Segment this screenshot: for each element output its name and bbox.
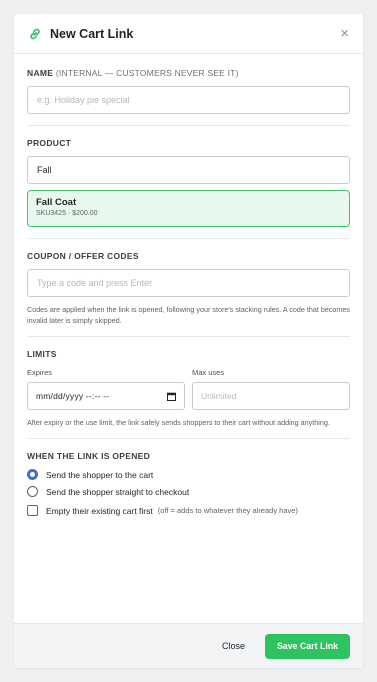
coupon-input-placeholder: Type a code and press Enter (37, 278, 153, 288)
save-cart-link-button[interactable]: Save Cart Link (265, 633, 350, 659)
radio-label-checkout: Send the shopper straight to checkout (46, 486, 190, 497)
radio-button-checkout[interactable] (27, 486, 38, 497)
divider (27, 336, 350, 337)
product-meta: SKU3425 · $200.00 (36, 210, 98, 217)
radio-button-cart[interactable] (27, 469, 38, 480)
radio-option-cart[interactable]: Send the shopper to the cart (27, 469, 350, 480)
modal-footer: Close Save Cart Link (14, 623, 363, 668)
max-uses-field: Max uses Unlimited (192, 368, 350, 410)
limits-fields: Expires mm/dd/yyyy --:-- -- Max uses Unl… (27, 368, 350, 410)
expires-field: Expires mm/dd/yyyy --:-- -- (27, 368, 185, 410)
product-result-card[interactable]: Fall Coat SKU3425 · $200.00 (27, 190, 350, 227)
product-section-label: PRODUCT (27, 138, 72, 148)
empty-cart-hint: (off = adds to whatever they already hav… (157, 506, 298, 515)
expires-value: mm/dd/yyyy --:-- -- (36, 391, 110, 401)
coupon-section-label: COUPON / OFFER CODES (27, 251, 139, 261)
radio-option-checkout[interactable]: Send the shopper straight to checkout (27, 486, 350, 497)
product-search-input[interactable]: Fall (27, 156, 350, 184)
expires-input[interactable]: mm/dd/yyyy --:-- -- (27, 382, 185, 410)
name-section-label: NAME (INTERNAL — CUSTOMERS NEVER SEE IT) (27, 68, 350, 78)
radio-label-cart: Send the shopper to the cart (46, 469, 154, 480)
modal-header: New Cart Link × (14, 14, 363, 54)
max-uses-input[interactable]: Unlimited (192, 382, 350, 410)
modal-title: New Cart Link (50, 26, 134, 41)
limits-section-label: LIMITS (27, 349, 57, 359)
empty-cart-label: Empty their existing cart first (46, 505, 153, 516)
expires-label: Expires (27, 368, 53, 377)
calendar-icon[interactable] (167, 392, 176, 401)
modal-body: NAME (INTERNAL — CUSTOMERS NEVER SEE IT)… (14, 54, 363, 516)
coupon-input[interactable]: Type a code and press Enter (27, 269, 350, 297)
link-icon (28, 27, 42, 41)
empty-cart-option[interactable]: Empty their existing cart first (off = a… (27, 505, 350, 516)
name-sublabel: (INTERNAL — CUSTOMERS NEVER SEE IT) (55, 68, 239, 78)
divider (27, 438, 350, 439)
name-input[interactable]: e.g. Holiday pie special (27, 86, 350, 114)
close-button[interactable]: Close (222, 641, 245, 651)
coupon-help-text: Codes are applied when the link is opene… (27, 305, 351, 325)
close-icon[interactable]: × (340, 26, 349, 41)
divider (27, 238, 350, 239)
product-name: Fall Coat (36, 197, 77, 208)
max-uses-label: Max uses (192, 368, 225, 377)
divider (27, 125, 350, 126)
open-section-label: WHEN THE LINK IS OPENED (27, 451, 151, 461)
max-uses-placeholder: Unlimited (201, 391, 237, 401)
limits-help-text: After expiry or the use limit, the link … (27, 418, 330, 427)
new-cart-link-modal: New Cart Link × NAME (INTERNAL — CUSTOME… (14, 14, 363, 668)
product-search-value: Fall (37, 165, 52, 175)
empty-cart-checkbox[interactable] (27, 505, 38, 516)
name-input-placeholder: e.g. Holiday pie special (37, 95, 130, 105)
name-label: NAME (27, 68, 54, 78)
